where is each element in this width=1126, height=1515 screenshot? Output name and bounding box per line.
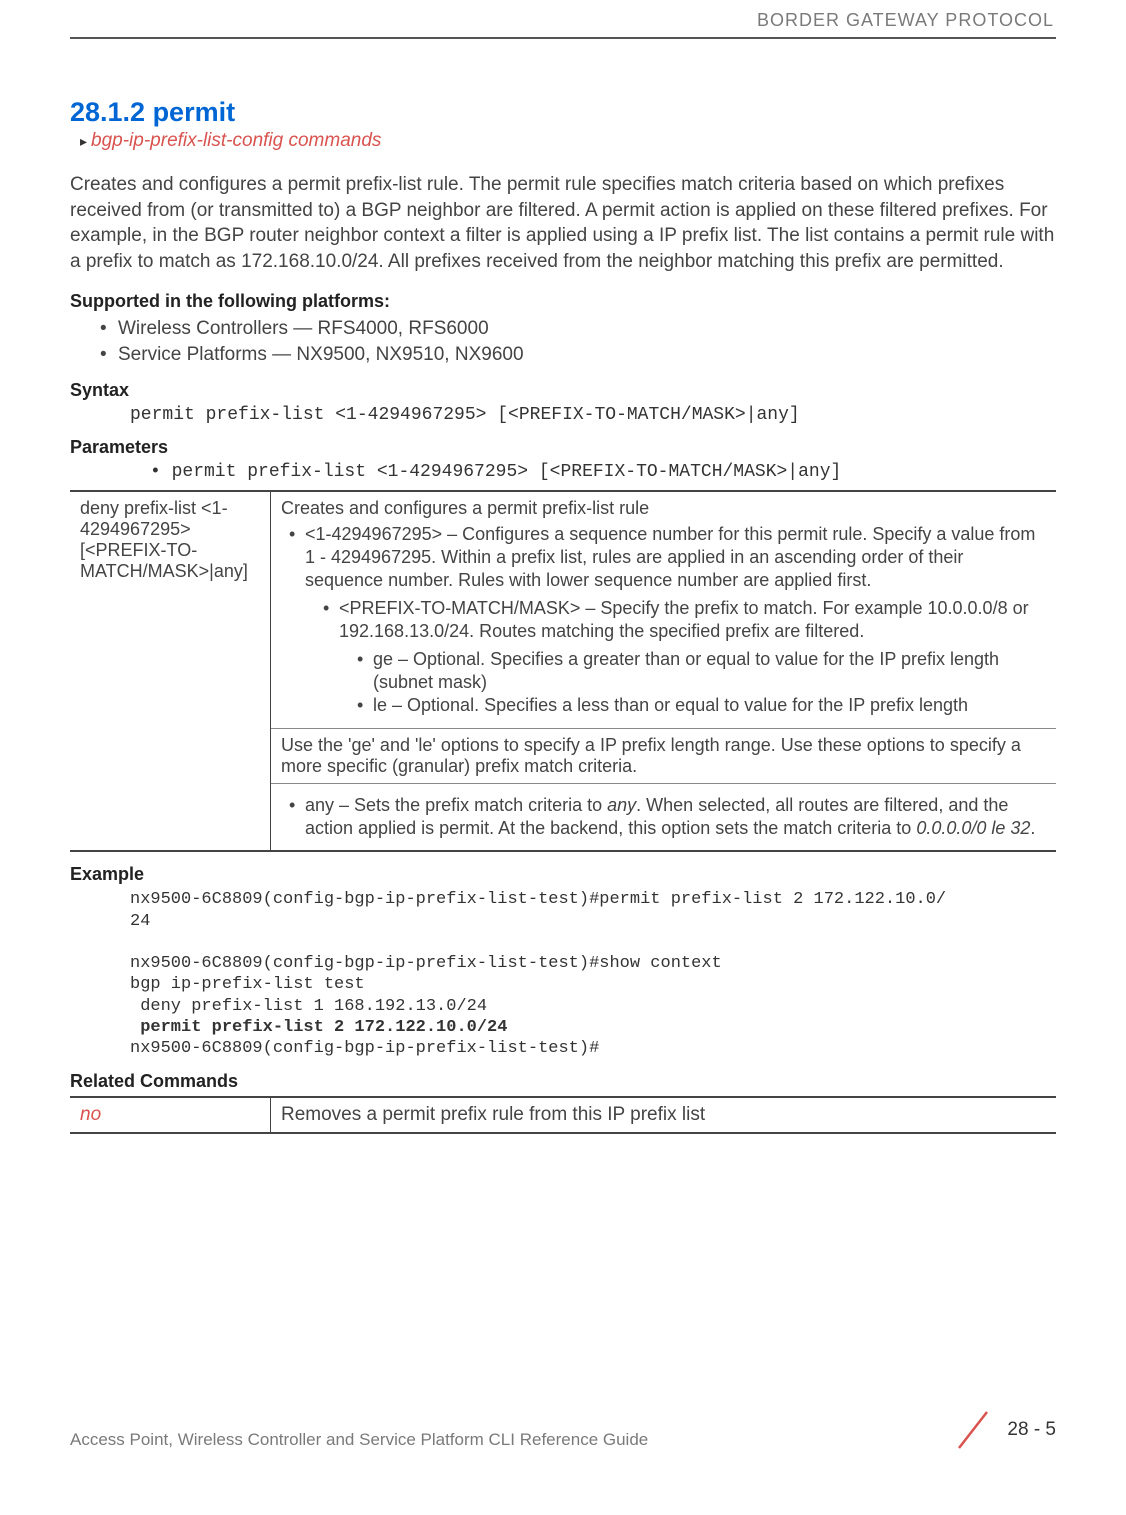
- breadcrumb: bgp-ip-prefix-list-config commands: [80, 130, 1056, 152]
- param-note-cell: Use the 'ge' and 'le' options to specify…: [271, 728, 1057, 783]
- slash-icon: [953, 1410, 993, 1450]
- param-bullet: <PREFIX-TO-MATCH/MASK> – Specify the pre…: [323, 597, 1046, 718]
- syntax-line: permit prefix-list <1-4294967295> [<PREF…: [130, 405, 1056, 425]
- intro-paragraph: Creates and configures a permit prefix-l…: [70, 172, 1056, 275]
- list-item: Service Platforms — NX9500, NX9510, NX96…: [100, 342, 1056, 368]
- related-heading: Related Commands: [70, 1071, 1056, 1092]
- parameters-table: deny prefix-list <1-4294967295> [<PREFIX…: [70, 490, 1056, 853]
- supported-list: Wireless Controllers — RFS4000, RFS6000 …: [100, 316, 1056, 368]
- header-rule: [70, 37, 1056, 39]
- supported-heading: Supported in the following platforms:: [70, 291, 1056, 312]
- param-intro: Creates and configures a permit prefix-l…: [281, 498, 1046, 519]
- param-bullet: <1-4294967295> – Configures a sequence n…: [289, 523, 1046, 718]
- param-bullet: any – Sets the prefix match criteria to …: [289, 794, 1046, 841]
- example-heading: Example: [70, 864, 1056, 885]
- related-desc: Removes a permit prefix rule from this I…: [271, 1097, 1057, 1133]
- page: BORDER GATEWAY PROTOCOL 28.1.2 permit bg…: [0, 0, 1126, 1470]
- parameters-line: • permit prefix-list <1-4294967295> [<PR…: [150, 462, 1056, 482]
- related-cmd: no: [70, 1097, 271, 1133]
- param-desc-cell: Creates and configures a permit prefix-l…: [271, 491, 1057, 729]
- footer-title: Access Point, Wireless Controller and Se…: [70, 1430, 648, 1450]
- param-any-cell: any – Sets the prefix match criteria to …: [271, 783, 1057, 851]
- running-head: BORDER GATEWAY PROTOCOL: [70, 10, 1056, 31]
- example-block: nx9500-6C8809(config-bgp-ip-prefix-list-…: [130, 889, 1056, 1059]
- param-bullet: ge – Optional. Specifies a greater than …: [357, 648, 1046, 695]
- param-name-cell: deny prefix-list <1-4294967295> [<PREFIX…: [70, 491, 271, 852]
- parameters-heading: Parameters: [70, 437, 1056, 458]
- related-table: no Removes a permit prefix rule from thi…: [70, 1096, 1056, 1134]
- section-title: 28.1.2 permit: [70, 97, 1056, 128]
- syntax-heading: Syntax: [70, 380, 1056, 401]
- footer: Access Point, Wireless Controller and Se…: [70, 1410, 1056, 1450]
- list-item: Wireless Controllers — RFS4000, RFS6000: [100, 316, 1056, 342]
- param-bullet: le – Optional. Specifies a less than or …: [357, 694, 1046, 717]
- page-number: 28 - 5: [1007, 1419, 1056, 1441]
